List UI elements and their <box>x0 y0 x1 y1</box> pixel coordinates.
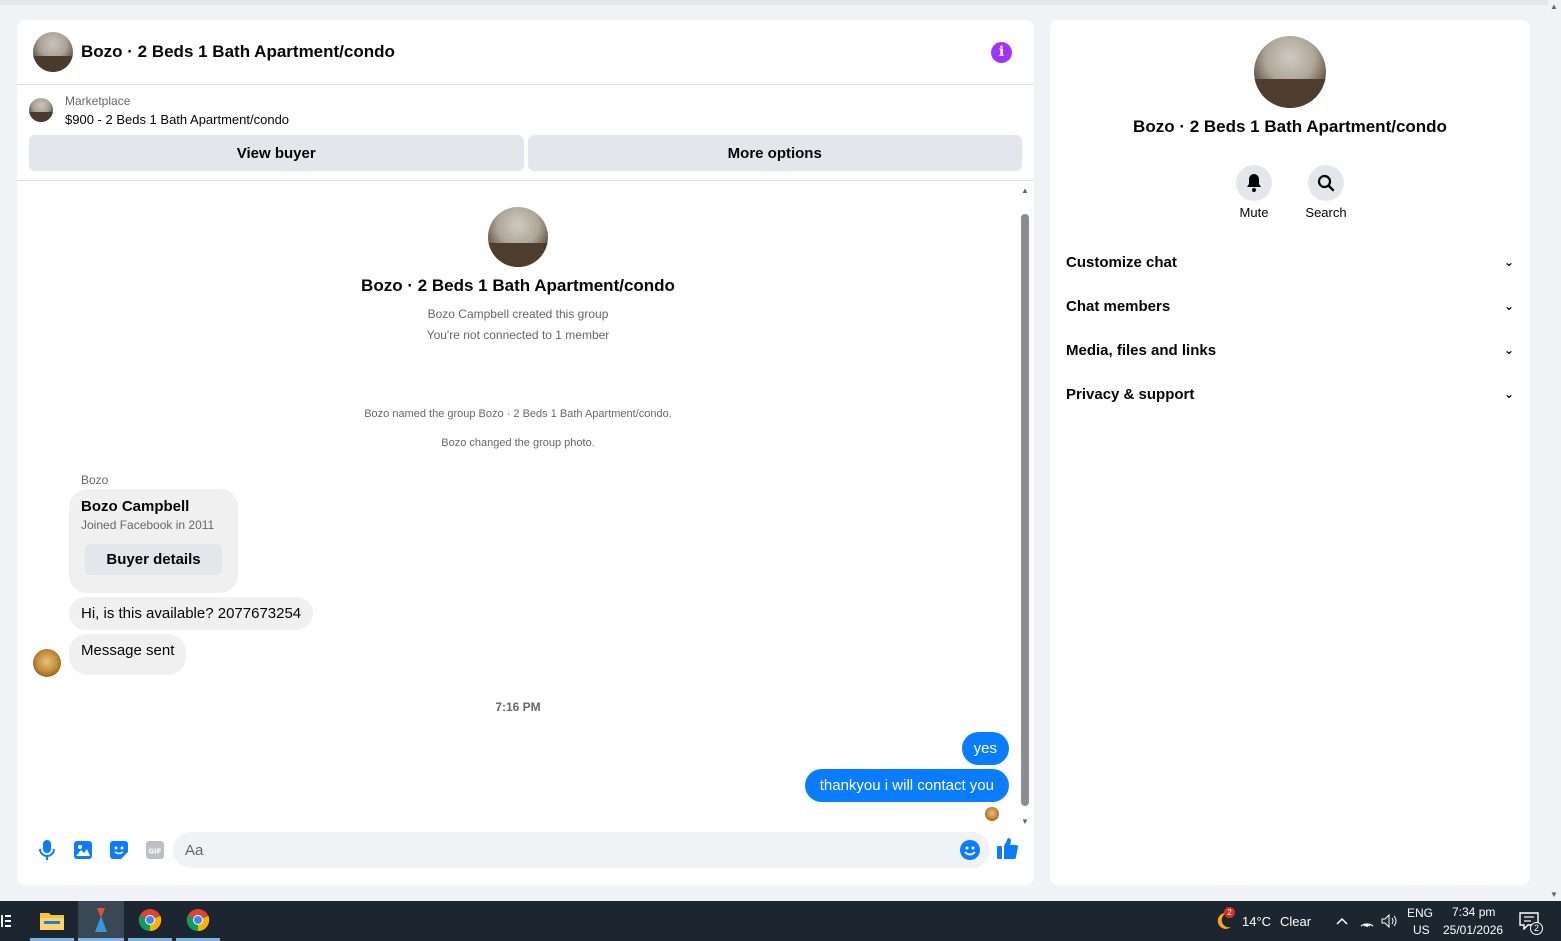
message-bubble-incoming[interactable]: Hi, is this available? 2077673254 <box>69 597 314 630</box>
listing-title[interactable]: $900 - 2 Beds 1 Bath Apartment/condo <box>65 110 289 129</box>
side-group-avatar <box>1254 36 1326 108</box>
message-input-placeholder: Aa <box>185 841 204 859</box>
volume-icon[interactable] <box>1380 901 1398 941</box>
group-avatar <box>488 207 548 267</box>
search-action[interactable]: Search <box>1305 165 1347 220</box>
search-button[interactable] <box>1308 165 1344 201</box>
sticker-icon[interactable] <box>101 832 137 868</box>
search-icon <box>1317 174 1335 192</box>
scroll-up-arrow-icon[interactable]: ▲ <box>1021 186 1029 195</box>
section-chat-members[interactable]: Chat members ⌄ <box>1050 284 1530 328</box>
chevron-down-icon: ⌄ <box>1503 299 1514 313</box>
bell-icon <box>1247 174 1261 192</box>
clock-time[interactable]: 7:34 pm <box>1452 905 1495 919</box>
chevron-down-icon: ⌄ <box>1503 255 1514 269</box>
weather-desc[interactable]: Clear <box>1280 914 1311 929</box>
emoji-icon[interactable] <box>960 840 980 860</box>
sender-label: Bozo <box>81 473 109 487</box>
clock-date[interactable]: 25/01/2026 <box>1443 923 1503 937</box>
scroll-up-arrow-icon[interactable]: ▲ <box>1550 2 1558 11</box>
weather-icon[interactable] <box>1214 901 1236 941</box>
language-region[interactable]: US <box>1413 923 1430 937</box>
photo-icon[interactable] <box>65 832 101 868</box>
section-label: Media, files and links <box>1066 341 1217 359</box>
search-label: Search <box>1305 205 1347 220</box>
mute-action[interactable]: Mute <box>1236 165 1272 220</box>
buyer-card: Bozo Campbell Joined Facebook in 2011 Bu… <box>69 489 238 593</box>
chat-avatar[interactable] <box>33 32 73 72</box>
sender-avatar[interactable] <box>33 649 61 677</box>
microphone-icon[interactable] <box>29 832 65 868</box>
chat-header: Bozo · 2 Beds 1 Bath Apartment/condo i <box>17 20 1034 85</box>
side-title: Bozo · 2 Beds 1 Bath Apartment/condo <box>1133 117 1447 136</box>
scroll-down-arrow-icon[interactable]: ▼ <box>1550 890 1558 899</box>
weather-badge: 2 <box>1224 907 1235 918</box>
section-customize-chat[interactable]: Customize chat ⌄ <box>1050 240 1530 284</box>
buyer-name: Bozo Campbell <box>81 498 190 515</box>
weather-temp[interactable]: 14°C <box>1242 914 1271 929</box>
message-list: Bozo · 2 Beds 1 Bath Apartment/condo Boz… <box>17 182 1034 834</box>
thumbs-up-icon[interactable] <box>997 837 1019 864</box>
chevron-down-icon: ⌄ <box>1503 387 1514 401</box>
notifications-icon[interactable] <box>1516 901 1542 941</box>
group-name: Bozo · 2 Beds 1 Bath Apartment/condo <box>361 276 675 295</box>
message-bubble-outgoing[interactable]: yes <box>961 732 1009 765</box>
chrome-icon[interactable] <box>128 901 172 941</box>
chat-panel: Bozo · 2 Beds 1 Bath Apartment/condo i M… <box>17 20 1034 885</box>
svg-text:GIF: GIF <box>148 848 161 856</box>
task-view-icon[interactable] <box>0 901 12 941</box>
section-label: Chat members <box>1066 297 1171 315</box>
section-privacy-support[interactable]: Privacy & support ⌄ <box>1050 372 1530 416</box>
gif-icon[interactable]: GIF <box>137 832 173 868</box>
top-border <box>0 0 1548 5</box>
more-options-button[interactable]: More options <box>527 135 1022 171</box>
section-label: Customize chat <box>1066 253 1177 271</box>
conversation-info-panel: Bozo · 2 Beds 1 Bath Apartment/condo Mut… <box>1050 20 1530 885</box>
chrome-profile-icon[interactable] <box>176 901 220 941</box>
system-note-named: Bozo named the group Bozo · 2 Beds 1 Bat… <box>364 408 672 420</box>
chevron-up-icon[interactable] <box>1334 901 1350 941</box>
network-icon[interactable] <box>1358 901 1376 941</box>
message-timestamp: 7:16 PM <box>495 700 541 714</box>
message-bubble-outgoing[interactable]: thankyou i will contact you <box>804 769 1009 802</box>
message-bubble-incoming[interactable]: Message sent <box>69 634 187 675</box>
windows-taskbar: 2 14°C Clear ENG US 7:34 pm 25/01/2026 2 <box>0 901 1561 941</box>
listing-thumbnail[interactable] <box>29 98 53 122</box>
section-media-files-links[interactable]: Media, files and links ⌄ <box>1050 328 1530 372</box>
chevron-down-icon: ⌄ <box>1503 343 1514 357</box>
scrollbar-thumb[interactable] <box>1021 214 1029 806</box>
not-connected-text: You're not connected to 1 member <box>426 328 610 342</box>
file-explorer-icon[interactable] <box>30 901 74 941</box>
info-icon[interactable]: i <box>991 42 1012 63</box>
language-code[interactable]: ENG <box>1407 906 1433 920</box>
mute-label: Mute <box>1239 205 1269 220</box>
section-label: Privacy & support <box>1066 385 1195 403</box>
buyer-joined: Joined Facebook in 2011 <box>81 518 215 532</box>
notification-count: 2 <box>1530 922 1543 935</box>
app-icon[interactable] <box>78 901 124 941</box>
buyer-details-button[interactable]: Buyer details <box>85 544 222 575</box>
page-scrollbar[interactable]: ▲ ▼ <box>1548 0 1561 901</box>
marketplace-bar: Marketplace $900 - 2 Beds 1 Bath Apartme… <box>17 85 1034 181</box>
composer: GIF Aa <box>17 815 1034 885</box>
group-created-text: Bozo Campbell created this group <box>427 307 609 321</box>
message-scrollbar[interactable]: ▲ ▼ <box>1020 186 1030 826</box>
system-note-photo: Bozo changed the group photo. <box>441 437 595 449</box>
view-buyer-button[interactable]: View buyer <box>29 135 524 171</box>
chat-title[interactable]: Bozo · 2 Beds 1 Bath Apartment/condo <box>81 42 395 62</box>
marketplace-label: Marketplace <box>65 94 131 108</box>
message-input[interactable]: Aa <box>173 832 990 868</box>
mute-button[interactable] <box>1236 165 1272 201</box>
